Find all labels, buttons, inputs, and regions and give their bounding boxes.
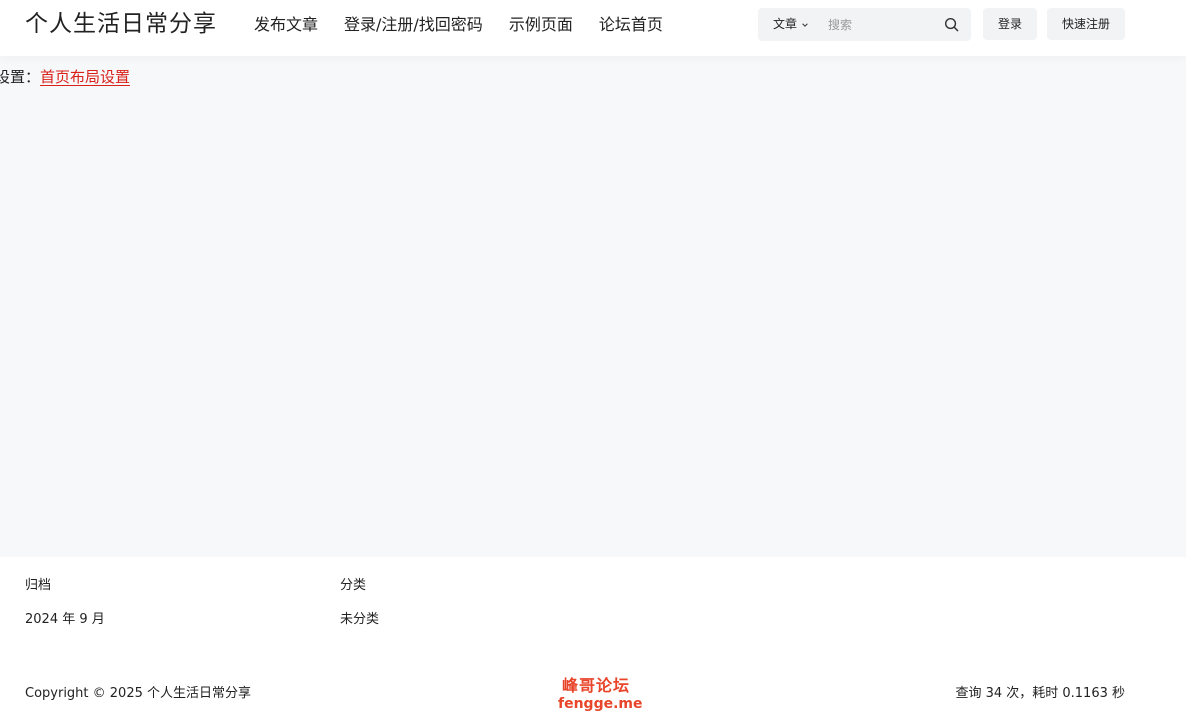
layout-settings-notice: 设置：首页布局设置 bbox=[0, 66, 130, 88]
footer-category-section: 分类 未分类 bbox=[340, 577, 379, 629]
site-footer: 归档 2024 年 9 月 分类 未分类 Copyright © 2025 个人… bbox=[0, 557, 1186, 718]
search-type-label: 文章 bbox=[773, 17, 798, 31]
login-button[interactable]: 登录 bbox=[983, 8, 1037, 40]
watermark-line2: fengge.me bbox=[558, 696, 643, 712]
watermark-line1: 峰哥论坛 bbox=[561, 676, 630, 695]
category-link[interactable]: 未分类 bbox=[340, 611, 379, 629]
search-input[interactable] bbox=[828, 14, 933, 35]
query-stats: 查询 34 次，耗时 0.1163 秒 bbox=[955, 686, 1125, 701]
watermark-logo: 峰哥论坛 fengge.me bbox=[558, 676, 643, 713]
copyright-text: Copyright © 2025 个人生活日常分享 bbox=[25, 686, 252, 701]
search-icon[interactable] bbox=[944, 17, 959, 32]
archive-link[interactable]: 2024 年 9 月 bbox=[25, 611, 105, 629]
search-type-dropdown[interactable]: 文章 bbox=[773, 8, 809, 41]
notice-prefix: 设置： bbox=[0, 68, 41, 86]
site-title[interactable]: 个人生活日常分享 bbox=[25, 9, 217, 39]
chevron-down-icon bbox=[802, 22, 808, 27]
nav-item-publish[interactable]: 发布文章 bbox=[254, 13, 318, 37]
homepage-layout-settings-link[interactable]: 首页布局设置 bbox=[40, 68, 130, 86]
archive-heading: 归档 bbox=[25, 578, 52, 593]
main-content: 设置：首页布局设置 bbox=[0, 56, 1186, 557]
nav-item-sample-page[interactable]: 示例页面 bbox=[509, 13, 573, 37]
nav-item-forum-home[interactable]: 论坛首页 bbox=[599, 13, 663, 37]
category-heading: 分类 bbox=[340, 578, 367, 593]
main-nav: 发布文章 登录/注册/找回密码 示例页面 论坛首页 bbox=[254, 13, 689, 37]
site-header: 个人生活日常分享 发布文章 登录/注册/找回密码 示例页面 论坛首页 文章 登录… bbox=[0, 0, 1186, 56]
search-box: 文章 bbox=[758, 8, 971, 41]
quick-register-button[interactable]: 快速注册 bbox=[1047, 8, 1125, 40]
nav-item-login-register[interactable]: 登录/注册/找回密码 bbox=[344, 13, 483, 37]
footer-archive-section: 归档 2024 年 9 月 bbox=[25, 577, 105, 629]
